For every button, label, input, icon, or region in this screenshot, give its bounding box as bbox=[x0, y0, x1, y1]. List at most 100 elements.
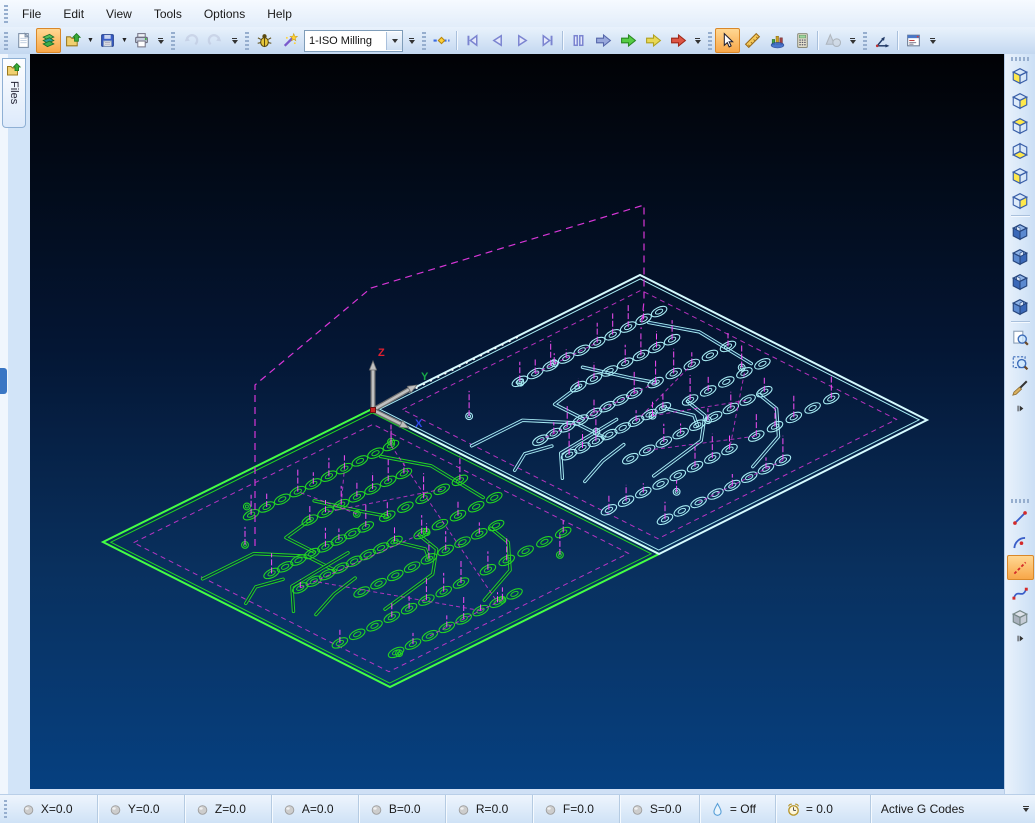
arc-tool-button[interactable] bbox=[1007, 530, 1034, 555]
save-button-dropdown[interactable]: ▼ bbox=[120, 29, 129, 52]
play-button[interactable] bbox=[510, 28, 535, 53]
view-right-button[interactable] bbox=[1007, 88, 1034, 113]
menu-options[interactable]: Options bbox=[193, 3, 256, 25]
files-folder-icon bbox=[6, 62, 22, 78]
iso-view-se-button[interactable] bbox=[1007, 244, 1034, 269]
expand-icon bbox=[1014, 632, 1027, 645]
position-icon bbox=[282, 802, 297, 817]
statistics-button[interactable] bbox=[765, 28, 790, 53]
undo-button[interactable] bbox=[178, 28, 203, 53]
pause-button[interactable] bbox=[566, 28, 591, 53]
operation-select-value: 1-ISO Milling bbox=[309, 34, 372, 47]
position-icon bbox=[195, 802, 210, 817]
right-dock-strip bbox=[1004, 54, 1035, 795]
status-spindle-speed: S=0.0 bbox=[620, 795, 700, 823]
status-spindle-speed-value: S=0.0 bbox=[649, 802, 682, 816]
layers-button[interactable] bbox=[36, 28, 61, 53]
show-axes-button[interactable] bbox=[870, 28, 895, 53]
calculator-button[interactable] bbox=[790, 28, 815, 53]
toolbar-overflow-button[interactable] bbox=[230, 29, 239, 52]
menu-view[interactable]: View bbox=[95, 3, 143, 25]
toolbar-overflow-button[interactable] bbox=[848, 29, 857, 52]
run-max-icon bbox=[670, 32, 687, 49]
view-right-icon bbox=[1011, 92, 1029, 110]
status-z-position: Z=0.0 bbox=[185, 795, 272, 823]
open-file-button-dropdown[interactable]: ▼ bbox=[86, 29, 95, 52]
redo-button[interactable] bbox=[203, 28, 228, 53]
toolbar-overflow-button[interactable] bbox=[693, 29, 702, 52]
step-back-button[interactable] bbox=[485, 28, 510, 53]
run-medium-button[interactable] bbox=[616, 28, 641, 53]
position-icon bbox=[21, 802, 36, 817]
view-front-button[interactable] bbox=[1007, 163, 1034, 188]
status-r-position: R=0.0 bbox=[446, 795, 533, 823]
statusbar-overflow-button[interactable] bbox=[1021, 806, 1031, 812]
menu-edit[interactable]: Edit bbox=[52, 3, 95, 25]
spline-tool-button[interactable] bbox=[1007, 580, 1034, 605]
zoom-window-button[interactable] bbox=[1007, 350, 1034, 375]
single-block-button[interactable] bbox=[429, 28, 454, 53]
toolbar-grip bbox=[1011, 499, 1029, 503]
measure-button[interactable] bbox=[740, 28, 765, 53]
pause-icon bbox=[570, 32, 587, 49]
debug-button[interactable] bbox=[252, 28, 277, 53]
toolbar-overflow-button[interactable] bbox=[407, 29, 416, 52]
view-left-icon bbox=[1011, 67, 1029, 85]
menu-file[interactable]: File bbox=[11, 3, 52, 25]
pointer-icon bbox=[719, 32, 736, 49]
view-front-icon bbox=[1011, 167, 1029, 185]
open-file-button[interactable] bbox=[61, 28, 86, 53]
menu-help[interactable]: Help bbox=[256, 3, 303, 25]
status-feed-rate-value: F=0.0 bbox=[562, 802, 594, 816]
rapid-line-tool-button[interactable] bbox=[1006, 555, 1034, 580]
view-top-button[interactable] bbox=[1007, 113, 1034, 138]
print-button[interactable] bbox=[129, 28, 154, 53]
menu-tools[interactable]: Tools bbox=[143, 3, 193, 25]
line-tool-button[interactable] bbox=[1007, 505, 1034, 530]
select-tool-button[interactable] bbox=[715, 28, 740, 53]
go-last-button[interactable] bbox=[535, 28, 560, 53]
gcode-window-button[interactable] bbox=[901, 28, 926, 53]
line-tool-icon bbox=[1011, 509, 1029, 527]
operation-select-dropdown-button[interactable] bbox=[386, 31, 402, 50]
status-z-position-value: Z=0.0 bbox=[214, 802, 246, 816]
play-icon bbox=[514, 32, 531, 49]
toolbar-expand-button[interactable] bbox=[1008, 631, 1033, 645]
toolbar-overflow-button[interactable] bbox=[928, 29, 937, 52]
app-window: File Edit View Tools Options Help ▼ ▼ 1-ISO Mil… bbox=[0, 0, 1035, 823]
iso-view-sw-button[interactable] bbox=[1007, 219, 1034, 244]
viewport-3d[interactable]: Z Y X bbox=[30, 54, 1005, 789]
run-max-button[interactable] bbox=[666, 28, 691, 53]
main-toolbar: ▼ ▼ 1-ISO Milling bbox=[0, 27, 1035, 55]
status-bar: X=0.0 Y=0.0 Z=0.0 A=0.0 B=0.0 R=0.0 F=0.0 S=0.0… bbox=[0, 794, 1035, 823]
position-icon bbox=[630, 802, 645, 817]
files-panel-tab[interactable]: Files bbox=[2, 58, 26, 128]
iso-view-nw-button[interactable] bbox=[1007, 294, 1034, 319]
status-b-position: B=0.0 bbox=[359, 795, 446, 823]
statusbar-grip bbox=[4, 800, 7, 818]
svg-text:X: X bbox=[415, 418, 423, 430]
new-file-button[interactable] bbox=[11, 28, 36, 53]
view-bottom-button[interactable] bbox=[1007, 138, 1034, 163]
iso-view-ne-button[interactable] bbox=[1007, 269, 1034, 294]
operation-select[interactable]: 1-ISO Milling bbox=[304, 29, 403, 52]
toolbar-overflow-button[interactable] bbox=[156, 29, 165, 52]
new-file-icon bbox=[15, 32, 32, 49]
skip-end-icon bbox=[539, 32, 556, 49]
view-left-button[interactable] bbox=[1007, 63, 1034, 88]
wizard-button[interactable] bbox=[277, 28, 302, 53]
status-y-position: Y=0.0 bbox=[98, 795, 185, 823]
solids-button[interactable] bbox=[821, 28, 846, 53]
panel-splitter-handle[interactable] bbox=[0, 368, 7, 394]
redraw-button[interactable] bbox=[1007, 375, 1034, 400]
solid-view-button[interactable] bbox=[1007, 605, 1034, 630]
toolbar-expand-button[interactable] bbox=[1008, 401, 1033, 415]
save-button[interactable] bbox=[95, 28, 120, 53]
go-first-button[interactable] bbox=[460, 28, 485, 53]
view-back-button[interactable] bbox=[1007, 188, 1034, 213]
zoom-extents-button[interactable] bbox=[1007, 325, 1034, 350]
run-slow-button[interactable] bbox=[591, 28, 616, 53]
zoom-window-icon bbox=[1011, 354, 1029, 372]
toolbar-separator bbox=[562, 31, 564, 50]
run-fast-button[interactable] bbox=[641, 28, 666, 53]
